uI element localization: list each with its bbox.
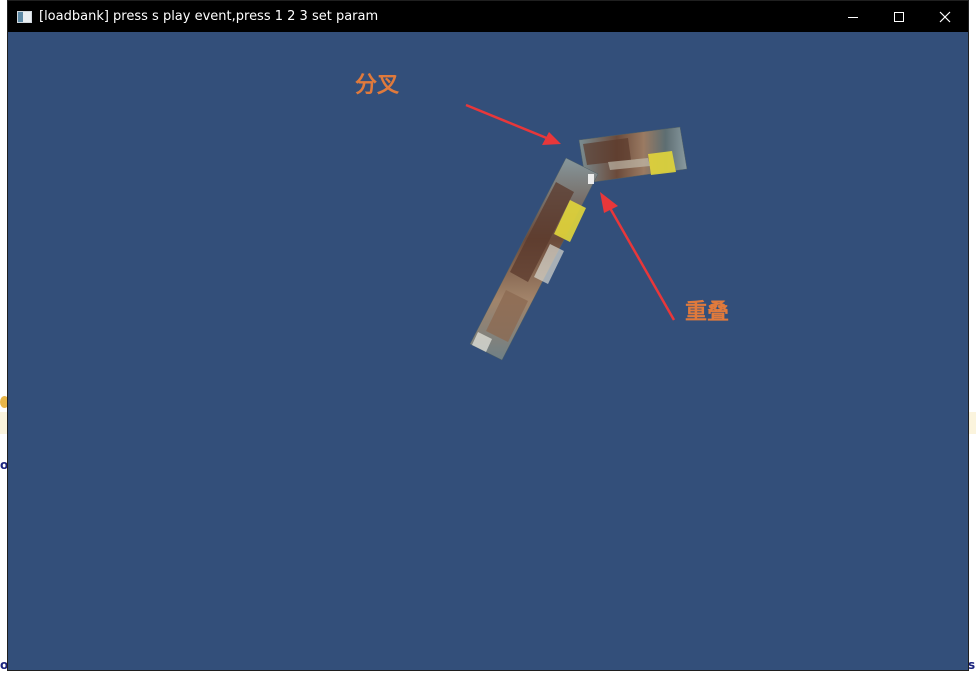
fork-arrow [465,103,561,145]
title-bar[interactable]: [loadbank] press s play event,press 1 2 … [8,1,968,32]
background-glyph-right-bottom: s [968,658,976,672]
close-icon [939,11,951,22]
background-strip-right [968,412,976,434]
maximize-button[interactable] [876,1,922,32]
background-bottom-strip [0,671,976,679]
main-strip [469,157,599,361]
overlap-arrow [600,192,676,321]
window-title: [loadbank] press s play event,press 1 2 … [39,9,379,24]
screen: o o s [loadbank] press s play event,pres… [0,0,976,679]
overlap-label: 重叠 [685,300,730,325]
window-controls [830,1,968,32]
app-window: [loadbank] press s play event,press 1 2 … [7,0,969,671]
render-viewport[interactable]: 分叉 重叠 [8,32,968,670]
close-button[interactable] [922,1,968,32]
minimize-button[interactable] [830,1,876,32]
scene-canvas [465,103,688,361]
minimize-icon [848,16,858,18]
maximize-icon [894,11,904,22]
app-icon[interactable] [17,10,32,23]
fork-label: 分叉 [355,73,400,98]
